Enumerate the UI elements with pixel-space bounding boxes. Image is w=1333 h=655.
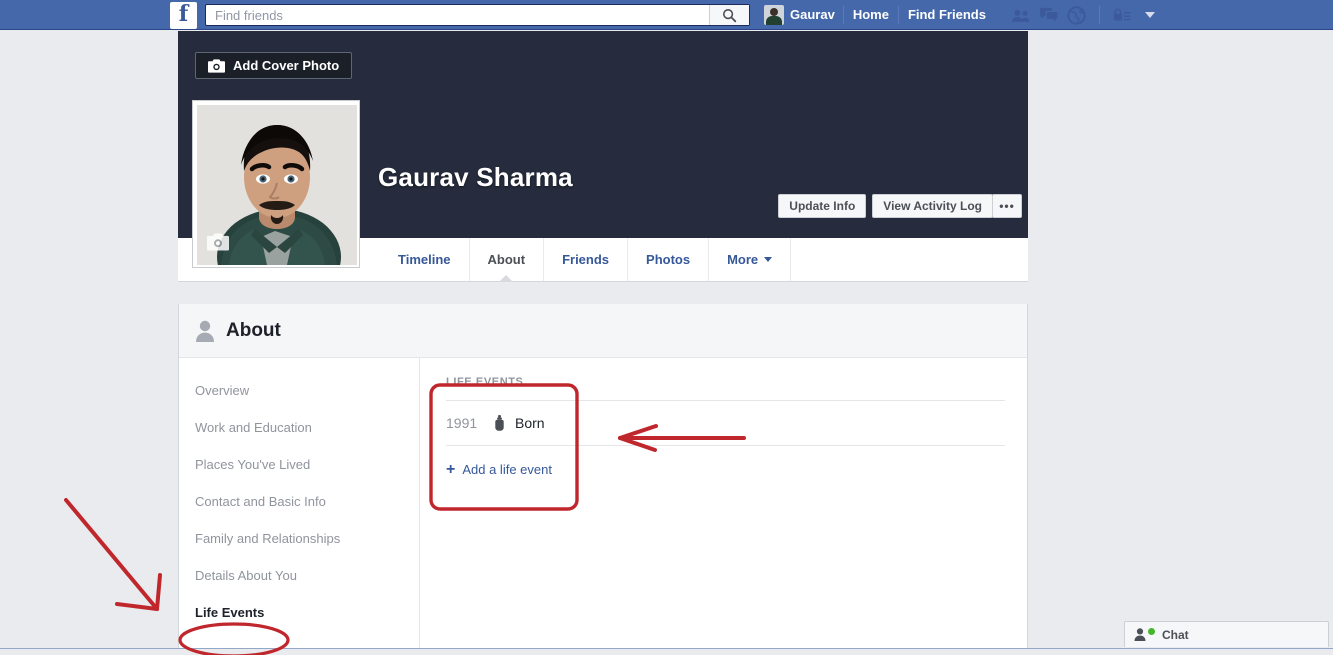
privacy-shortcuts-button[interactable] <box>1108 4 1136 26</box>
profile-header: Add Cover Photo Gaurav Sharma Update Inf… <box>178 31 1028 282</box>
sidebar-item-work-and-education[interactable]: Work and Education <box>179 409 419 446</box>
sidebar-item-places-youve-lived[interactable]: Places You've Lived <box>179 446 419 483</box>
add-a-life-event-label: Add a life event <box>462 462 552 477</box>
chat-label: Chat <box>1162 627 1189 642</box>
notifications-button[interactable] <box>1063 4 1091 26</box>
life-event-label: Born <box>515 415 545 431</box>
chat-bar[interactable]: Chat <box>1124 621 1329 647</box>
tab-timeline[interactable]: Timeline <box>380 238 470 281</box>
about-body: Overview Work and Education Places You'v… <box>179 358 1027 655</box>
tab-more[interactable]: More <box>709 238 792 281</box>
search-icon <box>722 8 737 22</box>
person-icon <box>1134 628 1146 641</box>
online-status-indicator <box>1148 628 1155 635</box>
about-card-header: About <box>179 304 1027 358</box>
tab-friends[interactable]: Friends <box>544 238 629 281</box>
messages-icon <box>1040 7 1059 23</box>
life-events-panel: LIFE EVENTS 1991 Born + Add a life event <box>420 358 1027 655</box>
search-button[interactable] <box>709 5 749 25</box>
facebook-top-navigation-bar: f Gaurav Home <box>0 0 1333 30</box>
update-info-button[interactable]: Update Info <box>778 194 867 218</box>
person-icon <box>196 320 214 342</box>
view-activity-log-button[interactable]: View Activity Log <box>872 194 993 218</box>
notifications-globe-icon <box>1067 5 1087 25</box>
friend-requests-icon <box>1012 9 1030 22</box>
plus-icon: + <box>446 460 456 478</box>
camera-icon <box>207 233 229 251</box>
taskbar <box>0 648 1333 655</box>
profile-photo-image <box>197 105 357 265</box>
sidebar-item-overview[interactable]: Overview <box>179 372 419 409</box>
add-a-life-event-button[interactable]: + Add a life event <box>446 446 1005 477</box>
sidebar-item-contact-and-basic-info[interactable]: Contact and Basic Info <box>179 483 419 520</box>
privacy-lock-icon <box>1113 8 1131 21</box>
profile-link[interactable]: Gaurav <box>764 0 843 30</box>
nav-user-name[interactable]: Gaurav <box>790 0 835 30</box>
tab-timeline-label: Timeline <box>398 252 451 267</box>
tab-photos[interactable]: Photos <box>628 238 710 281</box>
about-title: About <box>226 319 281 341</box>
search-box[interactable] <box>205 4 750 26</box>
divider <box>1098 6 1100 24</box>
tab-about-label: About <box>487 252 526 267</box>
about-card: About Overview Work and Education Places… <box>178 304 1028 655</box>
messages-button[interactable] <box>1035 4 1063 26</box>
tab-photos-label: Photos <box>646 252 691 267</box>
page-title: Gaurav Sharma <box>378 162 573 192</box>
camera-icon <box>208 58 225 73</box>
chevron-down-icon <box>1144 12 1155 18</box>
profile-picture[interactable] <box>192 100 360 268</box>
cover-photo-area: Add Cover Photo Gaurav Sharma Update Inf… <box>178 31 1028 268</box>
sidebar-item-details-about-you[interactable]: Details About You <box>179 557 419 594</box>
baby-bottle-icon <box>494 415 505 431</box>
tab-more-label: More <box>727 252 759 267</box>
cover-action-buttons: Update Info View Activity Log ••• <box>772 194 1022 218</box>
chevron-down-icon <box>764 257 773 262</box>
avatar <box>764 5 784 25</box>
active-tab-indicator <box>499 275 514 282</box>
more-options-button[interactable]: ••• <box>992 194 1022 218</box>
facebook-logo[interactable]: f <box>170 2 197 29</box>
tab-about[interactable]: About <box>470 238 545 282</box>
about-sidebar-nav: Overview Work and Education Places You'v… <box>179 358 420 655</box>
section-title-life-events: LIFE EVENTS <box>446 376 1005 401</box>
add-cover-photo-button[interactable]: Add Cover Photo <box>195 52 353 79</box>
sidebar-item-family-and-relationships[interactable]: Family and Relationships <box>179 520 419 557</box>
account-menu-button[interactable] <box>1136 4 1164 26</box>
tab-friends-label: Friends <box>562 252 610 267</box>
arrow-pointing-to-life-events-nav <box>64 498 162 611</box>
sidebar-item-life-events[interactable]: Life Events <box>179 594 419 631</box>
friend-requests-button[interactable] <box>1007 4 1035 26</box>
nav-link-find-friends[interactable]: Find Friends <box>899 0 995 30</box>
search-input[interactable] <box>213 5 708 25</box>
add-cover-photo-label: Add Cover Photo <box>233 58 340 73</box>
life-event-year: 1991 <box>446 415 478 431</box>
nav-link-home[interactable]: Home <box>844 0 898 30</box>
table-row: 1991 Born <box>446 401 1005 446</box>
change-profile-photo-button[interactable] <box>207 233 229 256</box>
